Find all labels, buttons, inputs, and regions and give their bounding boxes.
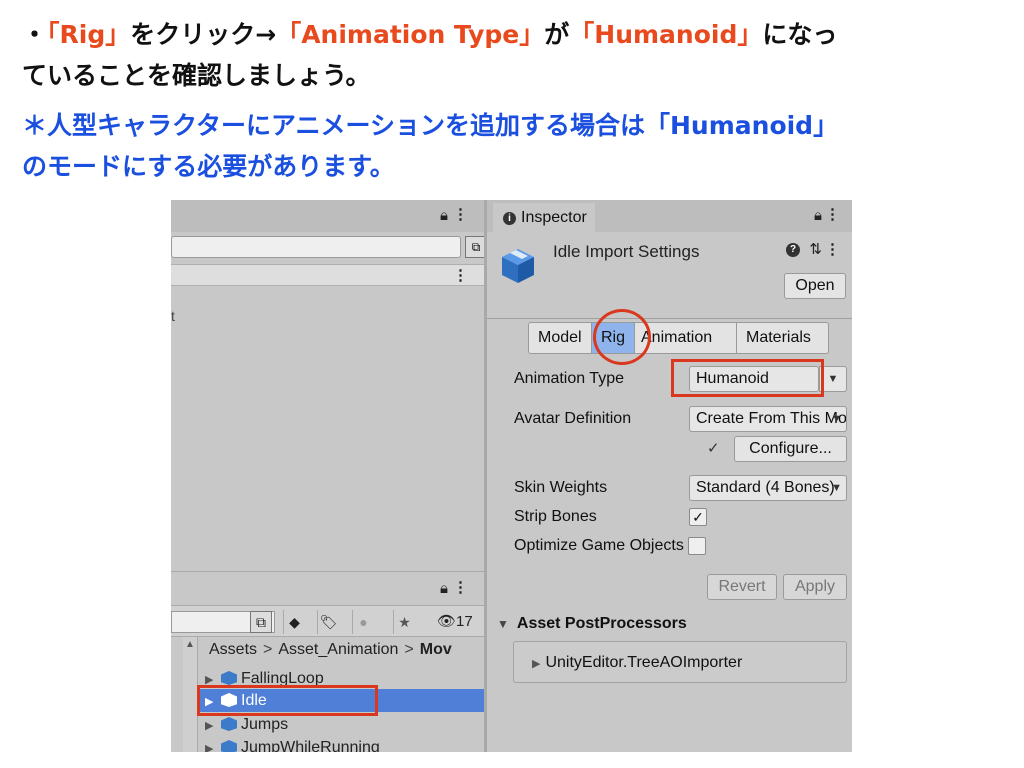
postprocessor-name: UnityEditor.TreeAOImporter	[545, 654, 743, 671]
check-icon: ✓	[707, 440, 720, 457]
asset-postprocessors-foldout[interactable]: ▼ Asset PostProcessors	[497, 615, 687, 633]
panel-menu-icon[interactable]: ⋮	[825, 205, 840, 223]
tab-materials[interactable]: Materials	[736, 322, 829, 354]
search-input[interactable]: ⧉	[171, 236, 487, 258]
avatar-definition-label: Avatar Definition	[514, 410, 632, 427]
optimize-game-objects-label: Optimize Game Objects	[514, 537, 684, 554]
dropdown-value: Standard (4 Bones)	[696, 479, 835, 496]
strip-bones-label: Strip Bones	[514, 508, 597, 525]
model-asset-icon	[502, 249, 534, 283]
strip-bones-checkbox[interactable]: ✓	[689, 508, 707, 526]
instruction-text: が	[544, 20, 570, 49]
skin-weights-label: Skin Weights	[514, 479, 608, 496]
tab-label: Inspector	[521, 209, 587, 226]
breadcrumb: Assets > Asset_Animation > Mov	[209, 641, 452, 659]
help-icon[interactable]: ?	[786, 243, 800, 257]
visible-count: 👁17	[437, 613, 473, 630]
breadcrumb-assets[interactable]: Assets	[209, 641, 257, 658]
breadcrumb-current[interactable]: Mov	[420, 641, 452, 658]
chevron-down-icon: ▼	[831, 482, 842, 494]
panel-tab-strip	[171, 200, 484, 232]
scroll-up-icon[interactable]: ▲	[185, 639, 195, 650]
rig-keyword: 「Rig」	[47, 20, 131, 49]
tab-model[interactable]: Model	[528, 322, 592, 354]
inspector-panel: i Inspector 🔒︎ ⋮ Idle Import Settings ? ⇅…	[487, 200, 852, 752]
partial-text: t	[171, 308, 175, 324]
foldout-title: Asset PostProcessors	[516, 615, 687, 632]
expand-arrow-icon[interactable]: ▶	[205, 715, 219, 738]
favorite-star-icon[interactable]: ★	[393, 610, 415, 634]
animation-type-label: Animation Type	[514, 370, 624, 387]
project-panel-header: 🔒︎ ⋮	[171, 571, 484, 605]
model-asset-icon	[221, 740, 237, 752]
idle-asset-highlight-box	[197, 685, 378, 716]
tab-inspector[interactable]: i Inspector	[493, 203, 595, 232]
lock-filter-icon[interactable]: ●	[352, 610, 374, 634]
model-asset-icon	[221, 717, 237, 731]
row-menu-icon[interactable]: ⋮	[453, 266, 468, 284]
model-asset-icon	[221, 671, 237, 685]
lock-icon[interactable]: 🔒︎	[440, 580, 448, 597]
panel-menu-icon[interactable]: ⋮	[453, 578, 468, 596]
breadcrumb-sep: >	[404, 641, 414, 658]
breadcrumb-sep: >	[263, 641, 273, 658]
expand-arrow-icon: ▶	[532, 658, 541, 670]
skin-weights-dropdown[interactable]: Standard (4 Bones) ▼	[689, 475, 847, 501]
bullet: ・	[22, 20, 48, 49]
asset-name: JumpWhileRunning	[241, 739, 380, 752]
humanoid-keyword: 「Humanoid」	[569, 20, 763, 49]
foldout-arrow-icon: ▼	[497, 617, 509, 631]
hierarchy-panel: 🔒︎ ⋮ ⧉ ⋮ t 🔒︎ ⋮ ⧉ ◆ 🏷︎ ● ★ 👁17 ▲ Assets >…	[171, 200, 487, 752]
label-tag-icon[interactable]: 🏷︎	[317, 610, 339, 634]
instruction-text: をクリック→	[130, 20, 277, 49]
asset-row-jumps[interactable]: ▶ Jumps	[199, 713, 484, 736]
chevron-down-icon: ▼	[831, 413, 842, 425]
scene-row[interactable]: ⋮	[171, 264, 484, 286]
search-by-type-icon[interactable]: ⧉	[250, 611, 272, 633]
dropdown-value: Create From This Model	[696, 410, 847, 427]
animation-type-keyword: 「Animation Type」	[276, 20, 545, 49]
import-settings-title: Idle Import Settings	[553, 242, 700, 261]
asset-name: Jumps	[241, 716, 289, 733]
breadcrumb-asset-animation[interactable]: Asset_Animation	[278, 641, 398, 658]
animation-type-highlight-box	[671, 359, 824, 397]
unity-editor-screenshot: 🔒︎ ⋮ ⧉ ⋮ t 🔒︎ ⋮ ⧉ ◆ 🏷︎ ● ★ 👁17 ▲ Assets >…	[171, 200, 852, 752]
import-tabs: Model Rig Animation Materials	[528, 322, 829, 354]
lock-icon[interactable]: 🔒︎	[440, 207, 448, 224]
instruction-line-1: ・「Rig」をクリック→「Animation Type」が「Humanoid」に…	[22, 18, 837, 52]
filter-type-icon[interactable]: ◆	[283, 610, 305, 634]
avatar-definition-dropdown[interactable]: Create From This Model▼	[689, 406, 847, 432]
configure-button[interactable]: Configure...	[734, 436, 847, 462]
instruction-line-2: ていることを確認しましょう。	[22, 61, 371, 90]
lock-icon[interactable]: 🔒︎	[814, 207, 822, 224]
open-button[interactable]: Open	[784, 273, 846, 299]
preset-sliders-icon[interactable]: ⇅	[809, 240, 822, 258]
instruction-text: になっ	[762, 20, 838, 49]
expand-arrow-icon[interactable]: ▶	[205, 738, 219, 752]
note-line-2: のモードにする必要があります。	[22, 152, 395, 181]
info-icon: i	[503, 212, 516, 225]
optimize-game-objects-checkbox[interactable]	[688, 537, 706, 555]
project-scrollbar[interactable]: ▲	[183, 637, 198, 752]
revert-button[interactable]: Revert	[707, 574, 777, 600]
note-line-1: ＊人型キャラクターにアニメーションを追加する場合は「Humanoid」	[22, 111, 839, 140]
apply-button[interactable]: Apply	[783, 574, 847, 600]
context-menu-icon[interactable]: ⋮	[825, 240, 840, 258]
postprocessor-list: ▶ UnityEditor.TreeAOImporter	[513, 641, 847, 683]
header-separator	[487, 318, 852, 319]
project-toolbar: ⧉ ◆ 🏷︎ ● ★ 👁17	[171, 605, 484, 637]
asset-row-jumpwhilerunning[interactable]: ▶ JumpWhileRunning	[199, 736, 484, 752]
panel-menu-icon[interactable]: ⋮	[453, 205, 468, 223]
postprocessor-item[interactable]: ▶ UnityEditor.TreeAOImporter	[532, 654, 742, 672]
rig-tab-highlight-circle	[593, 309, 651, 365]
